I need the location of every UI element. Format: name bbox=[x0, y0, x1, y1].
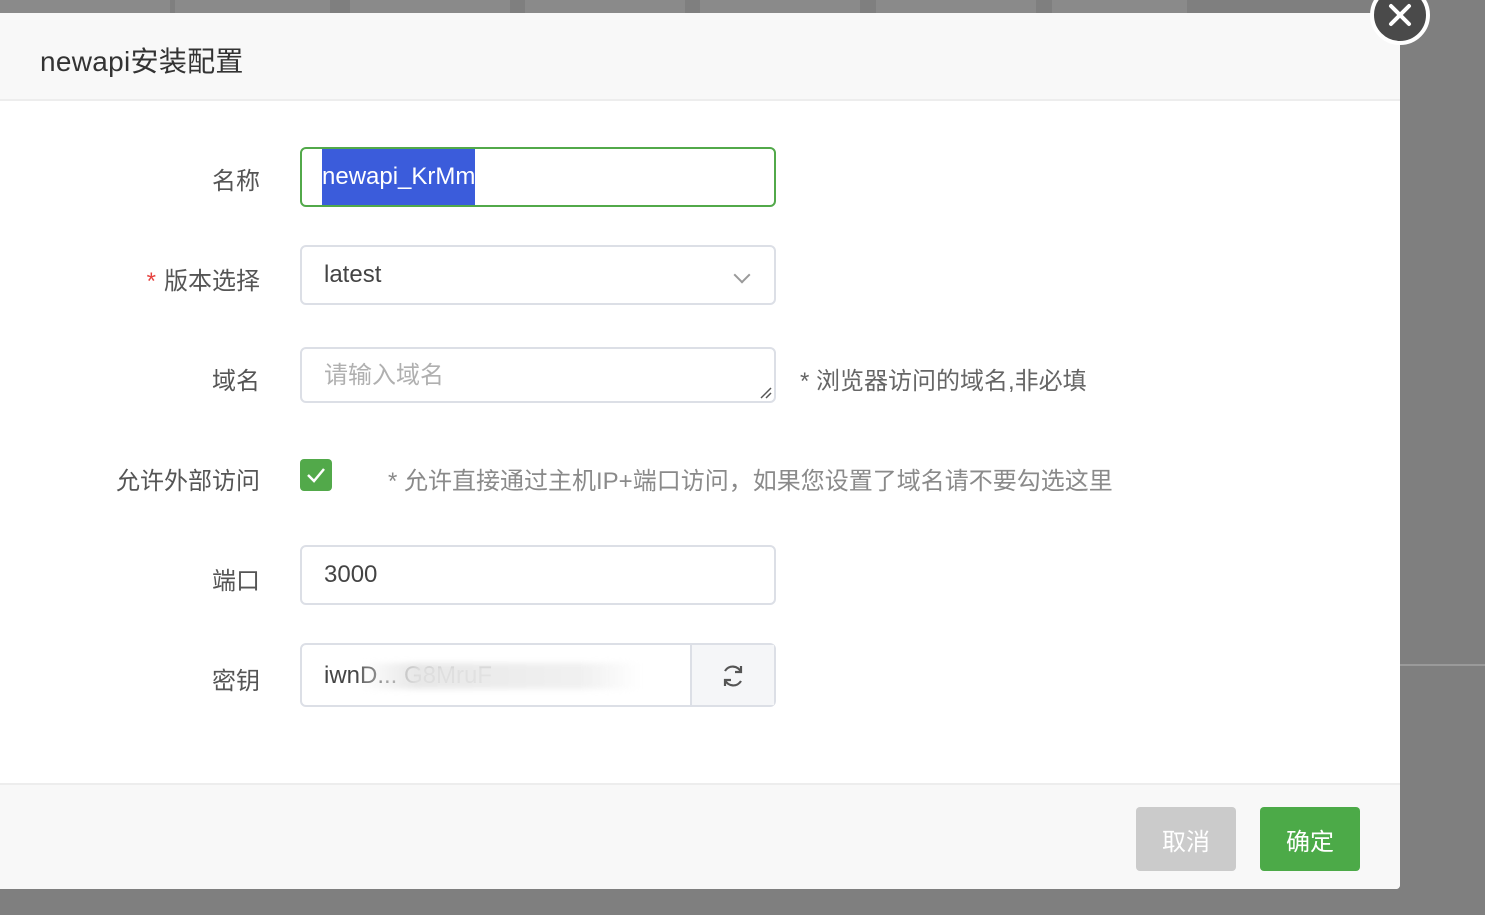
external-access-checkbox[interactable] bbox=[300, 459, 332, 491]
close-icon bbox=[1389, 4, 1411, 26]
refresh-icon bbox=[723, 665, 743, 687]
dialog-footer: 取消 确定 bbox=[0, 783, 1400, 889]
port-input[interactable]: 3000 bbox=[300, 545, 776, 605]
form-row-name: 名称 newapi_KrMm bbox=[0, 147, 1400, 207]
secret-input[interactable]: iwnD... G8MruF bbox=[300, 643, 776, 707]
background-strip bbox=[525, 0, 685, 14]
chevron-down-icon bbox=[733, 266, 751, 284]
background-strip bbox=[1052, 0, 1187, 14]
version-select-value: latest bbox=[324, 261, 382, 288]
form-row-secret: 密钥 iwnD... G8MruF bbox=[0, 643, 1400, 707]
external-access-label: 允许外部访问 bbox=[116, 468, 260, 495]
secret-redaction bbox=[360, 663, 640, 689]
check-icon bbox=[307, 468, 325, 483]
version-select[interactable]: latest bbox=[300, 245, 776, 305]
install-config-dialog: newapi安装配置 名称 newapi_KrMm * 版本选择 latest 域… bbox=[0, 13, 1400, 889]
background-strip bbox=[0, 0, 170, 14]
required-mark: * bbox=[146, 268, 156, 295]
domain-label: 域名 bbox=[212, 368, 260, 395]
name-input-value: newapi_KrMm bbox=[322, 149, 476, 205]
name-input[interactable]: newapi_KrMm bbox=[300, 147, 776, 207]
cancel-button[interactable]: 取消 bbox=[1136, 807, 1236, 871]
version-label: * 版本选择 bbox=[147, 261, 260, 296]
background-divider bbox=[1400, 664, 1485, 666]
refresh-secret-button[interactable] bbox=[690, 645, 774, 705]
background-strip bbox=[350, 0, 510, 14]
form-row-domain: 域名 请输入域名 * 浏览器访问的域名,非必填 bbox=[0, 347, 1400, 403]
background-strip bbox=[175, 0, 330, 14]
confirm-button[interactable]: 确定 bbox=[1260, 807, 1360, 871]
port-label: 端口 bbox=[212, 568, 260, 595]
resize-grip-icon[interactable] bbox=[758, 385, 772, 399]
name-label: 名称 bbox=[212, 168, 260, 195]
secret-label: 密钥 bbox=[212, 668, 260, 695]
form-row-port: 端口 3000 bbox=[0, 545, 1400, 605]
version-label-text: 版本选择 bbox=[164, 268, 260, 295]
external-access-hint: * 允许直接通过主机IP+端口访问，如果您设置了域名请不要勾选这里 bbox=[388, 468, 1113, 495]
dialog-header: newapi安装配置 bbox=[0, 13, 1400, 101]
background-strip bbox=[700, 0, 860, 14]
form-row-external-access: 允许外部访问 * 允许直接通过主机IP+端口访问，如果您设置了域名请不要勾选这里 bbox=[0, 453, 1400, 497]
background-strip bbox=[876, 0, 1036, 14]
port-input-value: 3000 bbox=[324, 561, 378, 588]
domain-hint: * 浏览器访问的域名,非必填 bbox=[800, 368, 1087, 395]
form-row-version: * 版本选择 latest bbox=[0, 245, 1400, 305]
dialog-title: newapi安装配置 bbox=[40, 46, 244, 77]
domain-textarea[interactable]: 请输入域名 bbox=[300, 347, 776, 403]
domain-placeholder: 请输入域名 bbox=[324, 362, 444, 389]
